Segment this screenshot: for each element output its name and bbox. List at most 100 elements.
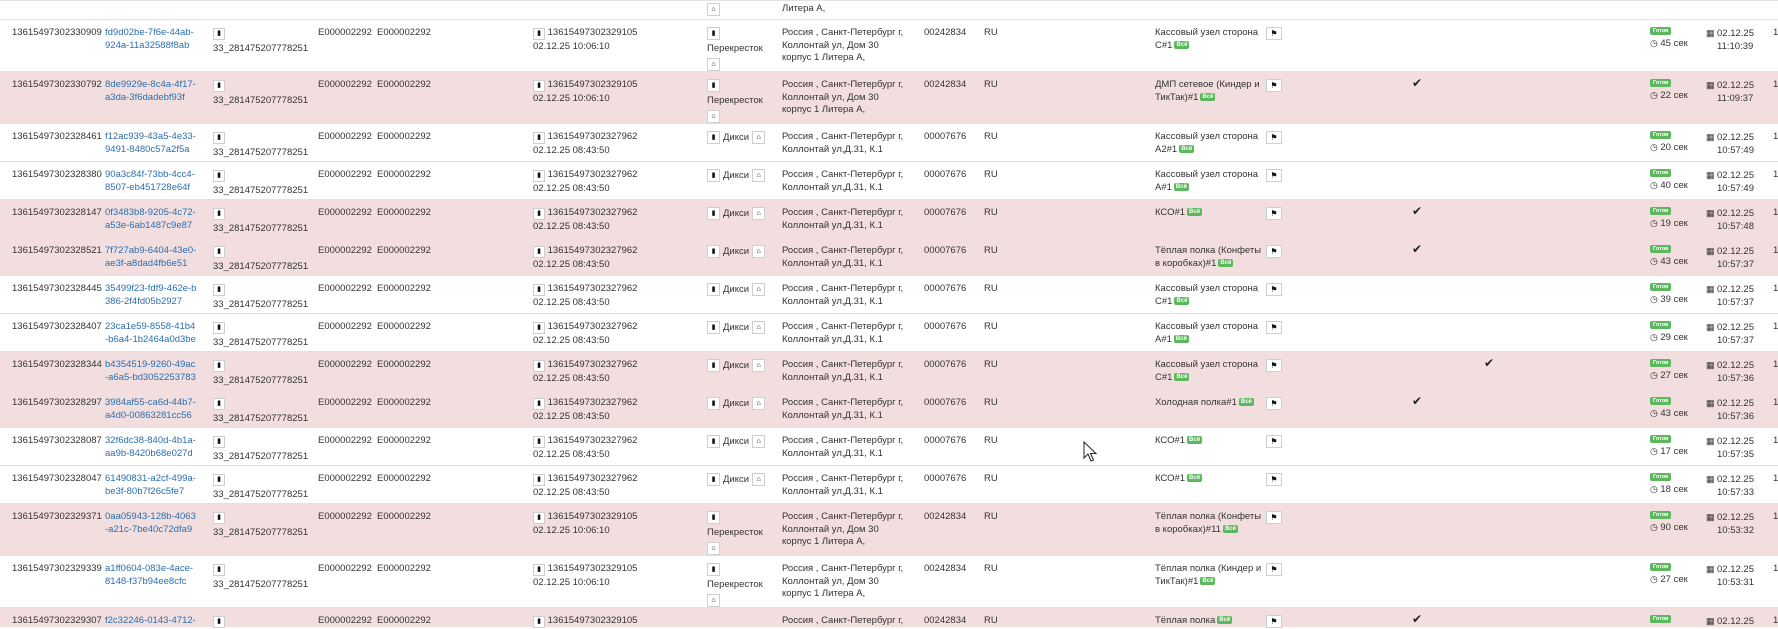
document-icon[interactable]: ▮ — [707, 511, 720, 524]
calendar-icon: ▦ — [1706, 398, 1718, 408]
document-icon[interactable]: ▮ — [213, 398, 225, 410]
flag-icon[interactable]: ⚑ — [1266, 207, 1282, 220]
check-doc-icon[interactable]: ▮ — [533, 246, 545, 258]
flag-icon[interactable]: ⚑ — [1266, 473, 1282, 486]
home-icon[interactable]: ⌂ — [752, 245, 766, 258]
check-doc-icon[interactable]: ▮ — [533, 360, 545, 372]
record-uuid-link[interactable]: 3984af55-ca6d-44b7-a4d0-00863281cc56 — [105, 397, 197, 422]
check-doc-icon[interactable]: ▮ — [533, 398, 545, 410]
record-uuid-link[interactable]: 35499f23-fdf9-462e-b386-2f4fd05b2927 — [105, 283, 197, 308]
check-doc-icon[interactable]: ▮ — [533, 616, 545, 628]
home-icon[interactable]: ⌂ — [752, 283, 766, 296]
record-uuid-link[interactable]: a1ff0604-083e-4ace-8148-f37b94ee8cfc — [105, 563, 197, 588]
document-icon[interactable]: ▮ — [707, 435, 720, 448]
document-icon[interactable]: ▮ — [213, 512, 225, 524]
document-icon[interactable]: ▮ — [707, 473, 720, 486]
document-icon[interactable]: ▮ — [707, 283, 720, 296]
document-icon[interactable]: ▮ — [213, 132, 225, 144]
home-icon[interactable]: ⌂ — [752, 435, 766, 448]
check-doc-icon[interactable]: ▮ — [533, 564, 545, 576]
home-icon[interactable]: ⌂ — [752, 169, 766, 182]
document-icon[interactable]: ▮ — [213, 28, 225, 40]
record-uuid-link[interactable]: 8de9929e-8c4a-4f17-a3da-3f6dadebf93f — [105, 79, 197, 104]
time-value: 10:57:36 — [1717, 410, 1754, 422]
home-icon[interactable]: ⌂ — [707, 3, 720, 16]
document-icon[interactable]: ▮ — [213, 616, 225, 628]
flag-icon[interactable]: ⚑ — [1266, 435, 1282, 448]
document-icon[interactable]: ▮ — [707, 359, 720, 372]
calendar-icon: ▦ — [1706, 564, 1718, 574]
home-icon[interactable]: ⌂ — [707, 541, 720, 555]
flag-icon[interactable]: ⚑ — [1266, 283, 1282, 296]
flag-icon[interactable]: ⚑ — [1266, 169, 1282, 182]
document-icon[interactable]: ▮ — [213, 246, 225, 258]
home-icon[interactable]: ⌂ — [752, 359, 766, 372]
flag-icon[interactable]: ⚑ — [1266, 563, 1282, 576]
home-icon[interactable]: ⌂ — [752, 397, 766, 410]
document-icon[interactable]: ▮ — [707, 321, 720, 334]
check-doc-icon[interactable]: ▮ — [533, 28, 545, 40]
home-icon[interactable]: ⌂ — [707, 109, 720, 123]
check-doc-icon[interactable]: ▮ — [533, 132, 545, 144]
document-icon[interactable]: ▮ — [707, 207, 720, 220]
document-icon[interactable]: ▮ — [213, 474, 225, 486]
document-icon[interactable]: ▮ — [213, 360, 225, 372]
home-icon[interactable]: ⌂ — [707, 57, 720, 71]
record-uuid-link[interactable]: f2c32246-0143-4712- — [105, 615, 197, 628]
document-icon[interactable]: ▮ — [707, 563, 720, 576]
document-icon[interactable]: ▮ — [213, 80, 225, 92]
home-icon[interactable]: ⌂ — [752, 207, 766, 220]
home-icon[interactable]: ⌂ — [752, 473, 766, 486]
check-doc-icon[interactable]: ▮ — [533, 170, 545, 182]
document-icon[interactable]: ▮ — [707, 79, 720, 92]
document-icon[interactable]: ▮ — [707, 245, 720, 258]
document-icon[interactable]: ▮ — [707, 27, 720, 40]
document-icon[interactable]: ▮ — [213, 208, 225, 220]
record-uuid-link[interactable]: 0f3483b8-9205-4c72-a53e-6ab1487c9e87 — [105, 207, 197, 232]
flag-icon[interactable]: ⚑ — [1266, 511, 1282, 524]
address: Россия , Санкт-Петербург г, — [782, 615, 904, 626]
flag-icon[interactable]: ⚑ — [1266, 321, 1282, 334]
document-icon[interactable]: ▮ — [213, 284, 225, 296]
flag-icon[interactable]: ⚑ — [1266, 615, 1282, 628]
record-uuid-link[interactable]: b4354519-9260-49ac-a6a5-bd3052253783 — [105, 359, 197, 384]
placement: Кассовый узел сторона А#1 Всё — [1155, 321, 1263, 346]
home-icon[interactable]: ⌂ — [707, 593, 720, 607]
record-uuid-link[interactable]: 61490831-a2cf-499a-be3f-80b7f26c5fe7 — [105, 473, 197, 498]
record-uuid-link[interactable]: 23ca1e59-8558-41b4-b6a4-1b2464a0d3be — [105, 321, 197, 346]
check-doc-icon[interactable]: ▮ — [533, 436, 545, 448]
check-doc-icon[interactable]: ▮ — [533, 322, 545, 334]
flag-icon[interactable]: ⚑ — [1266, 79, 1282, 92]
flag-icon[interactable]: ⚑ — [1266, 397, 1282, 410]
document-icon[interactable]: ▮ — [213, 436, 225, 448]
check-doc-icon[interactable]: ▮ — [533, 208, 545, 220]
record-uuid-link[interactable]: 90a3c84f-73bb-4cc4-8507-eb451728e64f — [105, 169, 197, 194]
status-badge: Готов — [1650, 473, 1671, 481]
check-datetime: 02.12.25 08:43:50 — [533, 411, 610, 422]
document-icon[interactable]: ▮ — [707, 397, 720, 410]
record-uuid-link[interactable]: 32f6dc38-840d-4b1a-aa9b-8420b68e027d — [105, 435, 197, 460]
country-code: RU — [984, 27, 998, 38]
document-icon[interactable]: ▮ — [213, 322, 225, 334]
record-uuid-link[interactable]: f12ac939-43a5-4e33-9491-8480c57a2f5a — [105, 131, 197, 156]
flag-icon[interactable]: ⚑ — [1266, 359, 1282, 372]
check-doc-icon[interactable]: ▮ — [533, 474, 545, 486]
flag-icon[interactable]: ⚑ — [1266, 131, 1282, 144]
flag-icon[interactable]: ⚑ — [1266, 245, 1282, 258]
check-datetime: 02.12.25 08:43:50 — [533, 259, 610, 270]
home-icon[interactable]: ⌂ — [752, 321, 766, 334]
record-uuid-link[interactable]: 7f727ab9-6404-43e0-ae3f-a8dad4fb6e51 — [105, 245, 197, 270]
document-icon[interactable]: ▮ — [213, 564, 225, 576]
home-icon[interactable]: ⌂ — [752, 131, 766, 144]
document-icon[interactable]: ▮ — [213, 170, 225, 182]
record-uuid-link[interactable]: fd9d02be-7f6e-44ab-924a-11a32588f8ab — [105, 27, 197, 52]
check-doc-icon[interactable]: ▮ — [533, 80, 545, 92]
date-value: 02.12.25 — [1717, 80, 1754, 91]
flag-icon[interactable]: ⚑ — [1266, 27, 1282, 40]
check-doc-icon[interactable]: ▮ — [533, 512, 545, 524]
check-doc-icon[interactable]: ▮ — [533, 284, 545, 296]
document-icon[interactable]: ▮ — [707, 131, 720, 144]
document-icon[interactable]: ▮ — [707, 169, 720, 182]
record-uuid-link[interactable]: 0aa05943-128b-4063-a21c-7be40c72dfa9 — [105, 511, 197, 536]
document-number: 33_281475207778251 — [213, 43, 309, 54]
